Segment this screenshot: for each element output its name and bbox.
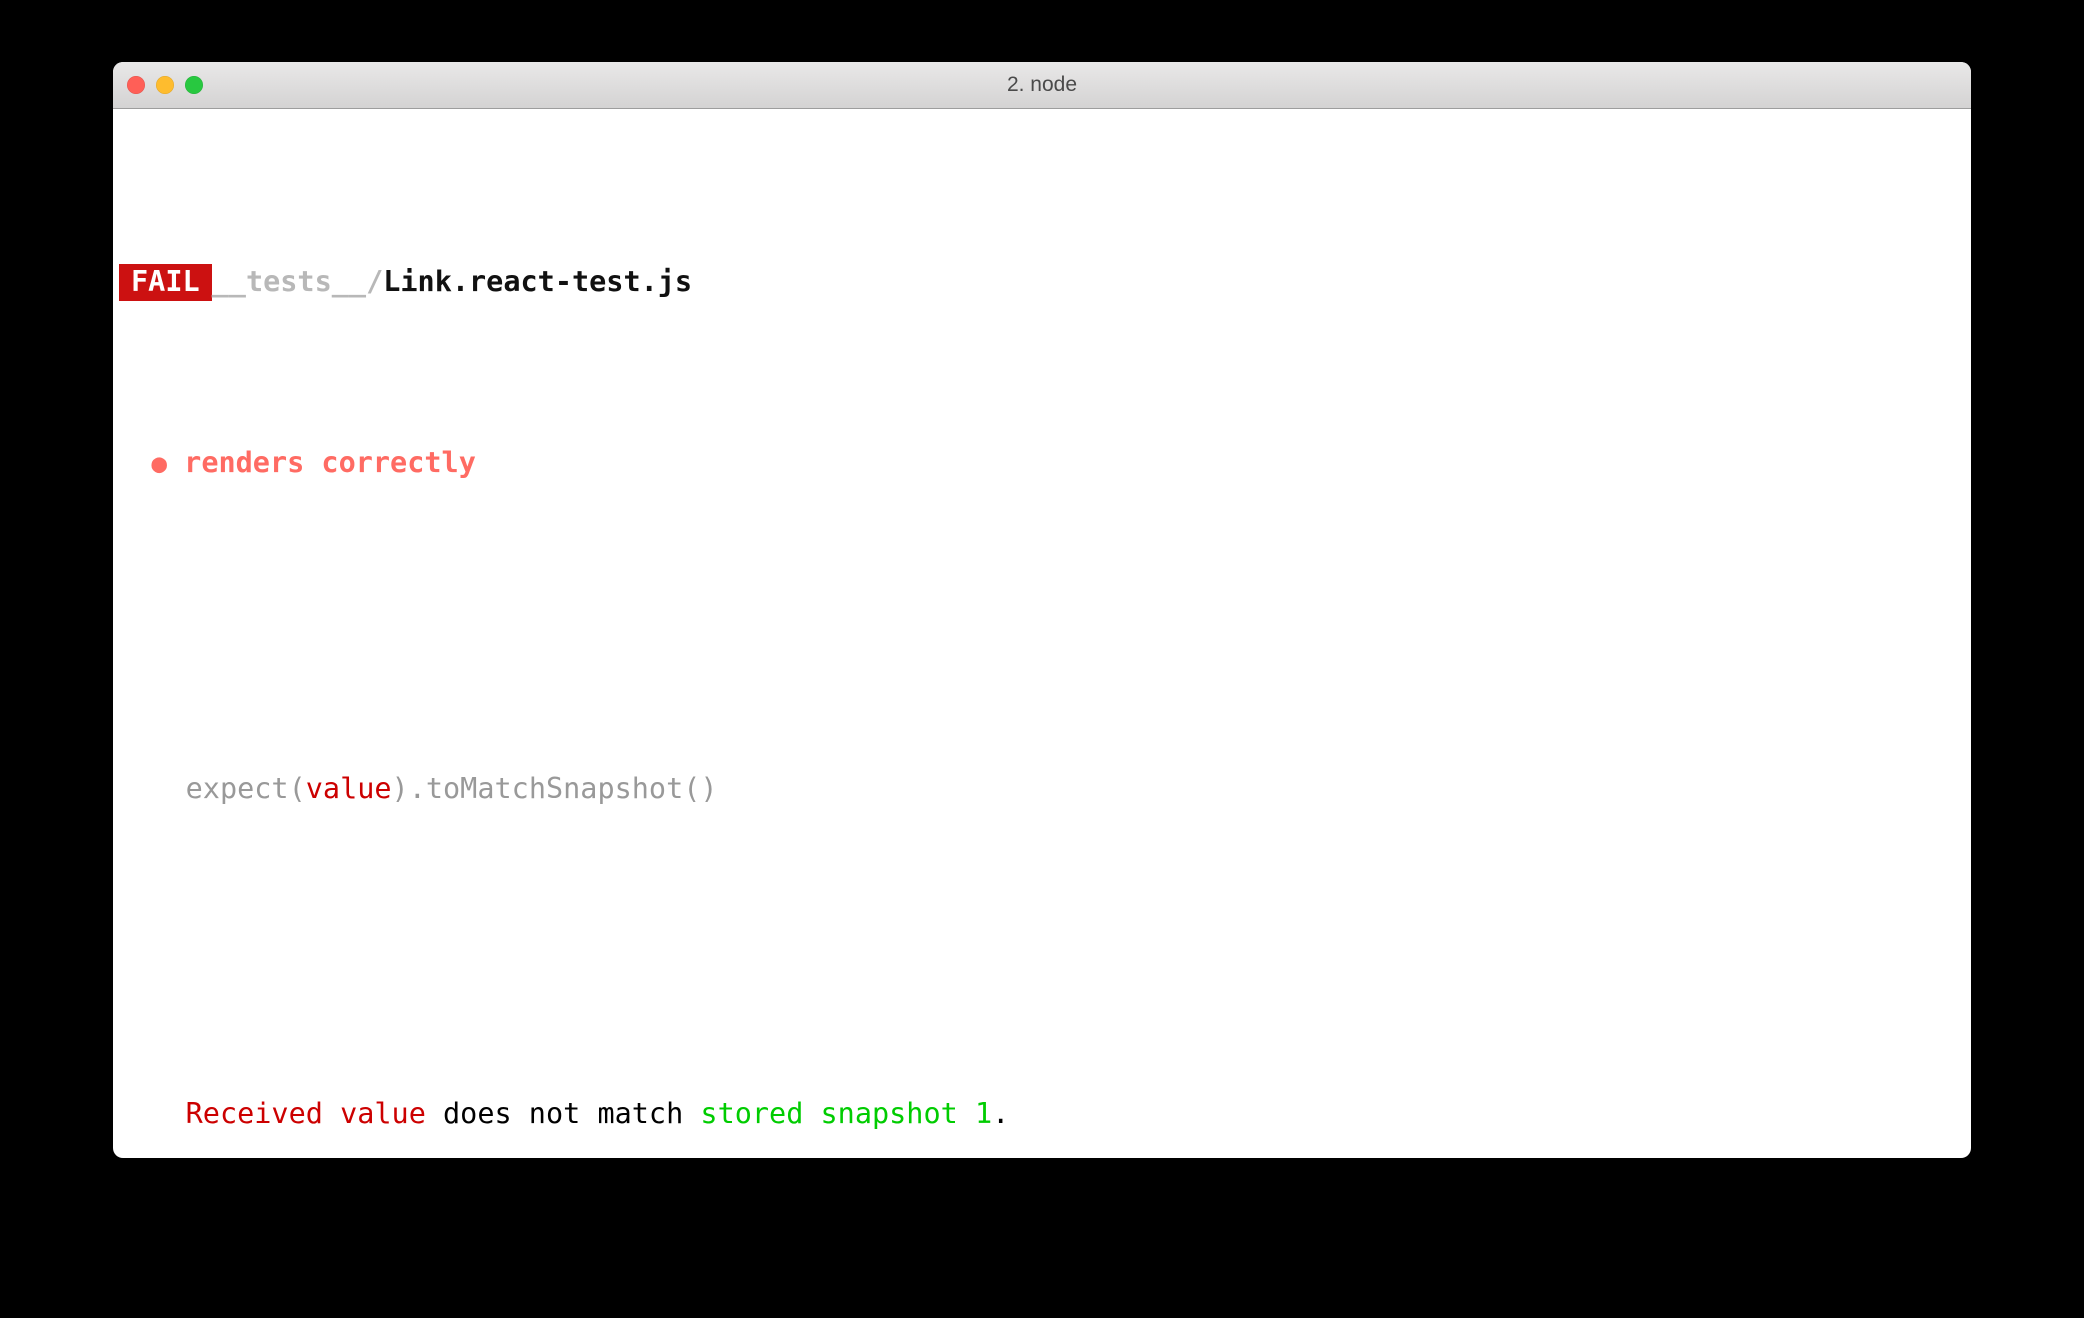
test-file-path-name: Link.react-test.js <box>383 264 693 298</box>
matcher-prefix: expect( <box>185 771 306 805</box>
window-titlebar[interactable]: 2. node <box>113 62 1971 109</box>
traffic-light-group <box>127 76 203 94</box>
minimize-button[interactable] <box>156 76 174 94</box>
close-button[interactable] <box>127 76 145 94</box>
matcher-arg: value <box>305 771 392 805</box>
test-file-header: FAIL __tests__/Link.react-test.js <box>113 263 1971 301</box>
mismatch-message: Received value does not match stored sna… <box>113 1096 1971 1132</box>
failing-test-name: renders correctly <box>184 445 476 479</box>
mismatch-period: . <box>992 1097 1010 1131</box>
window-title: 2. node <box>1006 73 1078 96</box>
terminal-output: FAIL __tests__/Link.react-test.js ● rende… <box>113 109 1971 1158</box>
matcher-suffix: ).toMatchSnapshot() <box>391 771 718 805</box>
terminal-window[interactable]: 2. node FAIL __tests__/Link.react-test.js… <box>113 62 1971 1158</box>
matcher-line: expect(value).toMatchSnapshot() <box>113 771 1971 807</box>
test-file-path-dir: __tests__/ <box>211 264 384 298</box>
mismatch-stored-label: stored snapshot 1 <box>700 1097 993 1131</box>
failing-test-row: ● renders correctly <box>113 445 1971 481</box>
mismatch-received-label: Received value <box>185 1097 426 1131</box>
zoom-button[interactable] <box>185 76 203 94</box>
fail-badge: FAIL <box>119 263 212 301</box>
failing-test-bullet-icon: ● <box>151 448 167 479</box>
mismatch-middle: does not match <box>425 1097 701 1131</box>
